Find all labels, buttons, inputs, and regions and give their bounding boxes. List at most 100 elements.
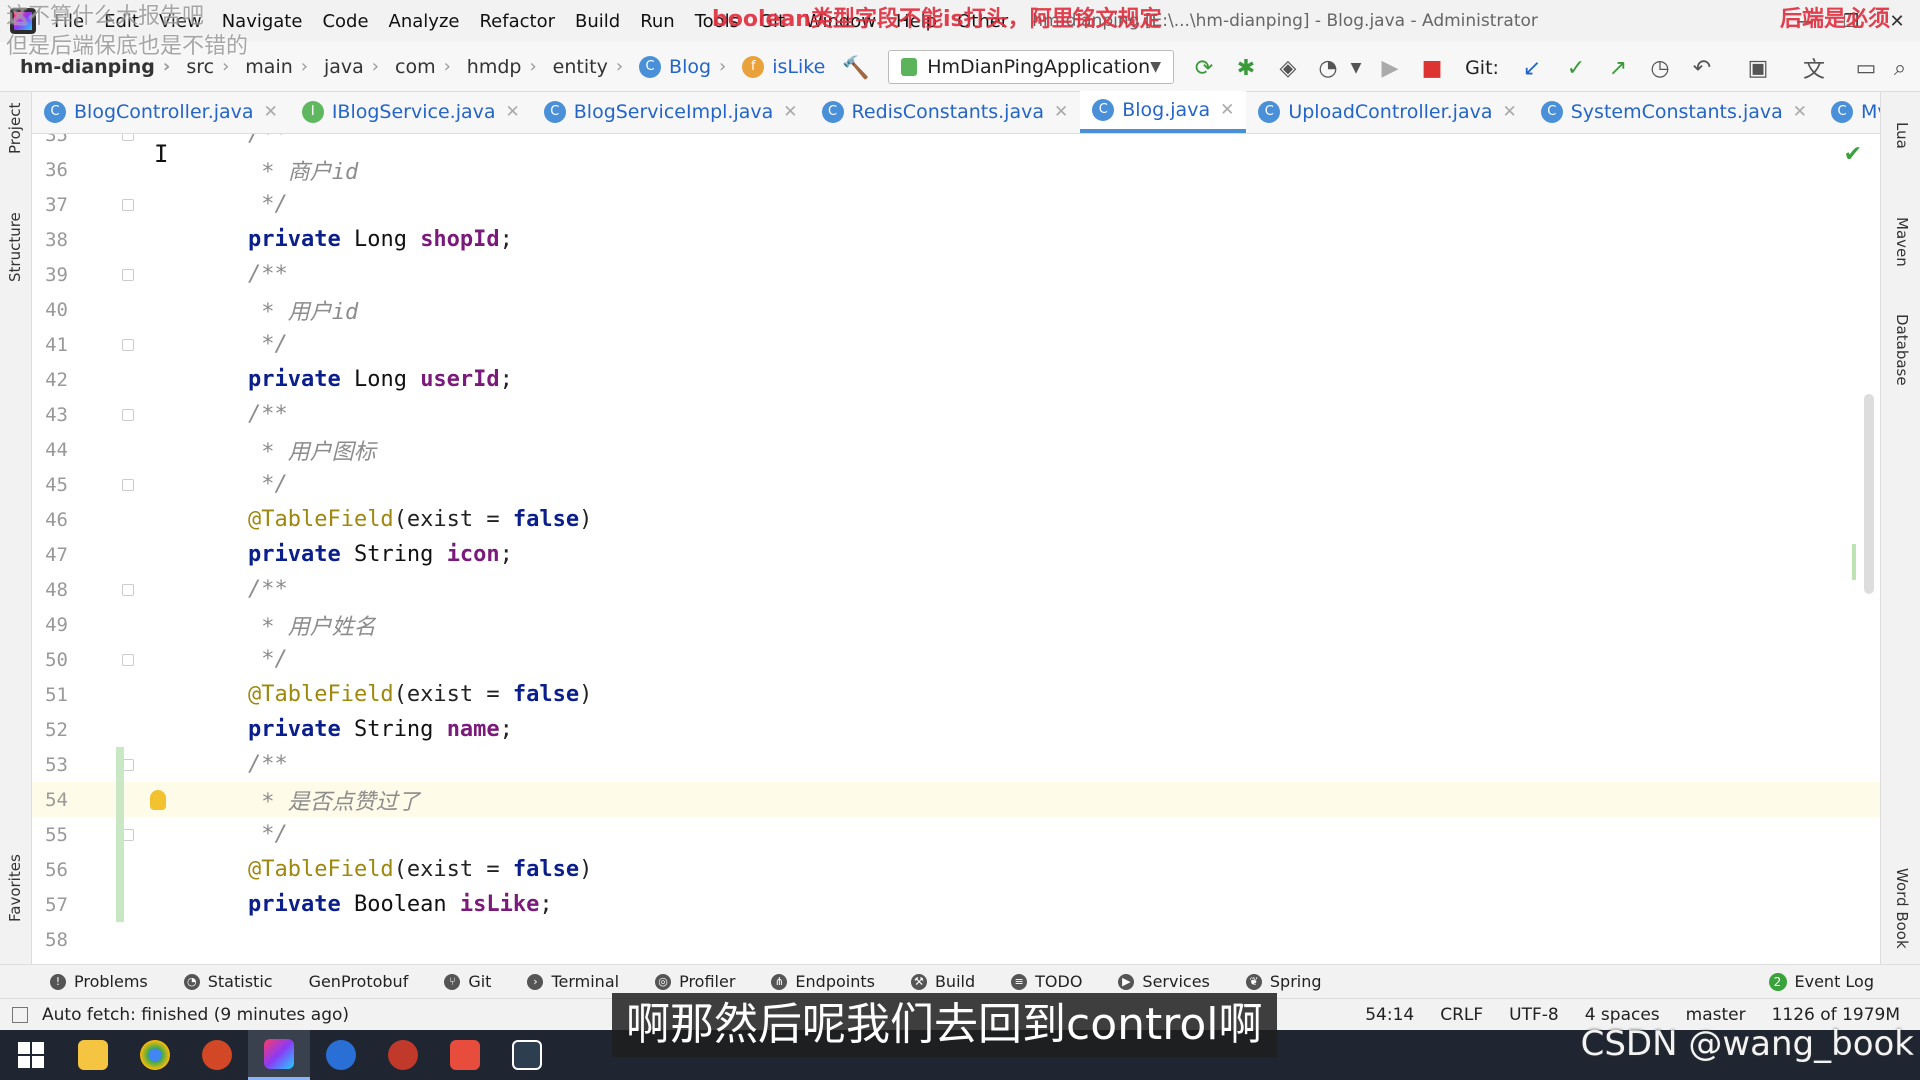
taskbar-app-8[interactable] xyxy=(496,1030,558,1080)
breadcrumb-field[interactable]: f isLike xyxy=(738,55,829,78)
code-line[interactable]: 38 private Long shopId; xyxy=(32,222,1880,257)
git-tool-button[interactable]: ⑂ Git xyxy=(444,972,491,991)
fold-marker-icon[interactable] xyxy=(122,198,134,211)
start-button[interactable] xyxy=(0,1030,62,1080)
spring-tool-button[interactable]: ❦ Spring xyxy=(1245,972,1322,991)
line-number[interactable]: 39 xyxy=(32,264,68,286)
translate-icon[interactable]: 文 xyxy=(1800,54,1828,83)
services-tool-button[interactable]: ▶ Services xyxy=(1118,972,1210,991)
status-message[interactable]: Auto fetch: finished (9 minutes ago) xyxy=(42,1005,349,1025)
line-number[interactable]: 58 xyxy=(32,929,68,951)
code-line[interactable]: 43 /** xyxy=(32,397,1880,432)
code-line[interactable]: 36 * 商户id xyxy=(32,152,1880,187)
tab-systemconstants[interactable]: C SystemConstants.java ✕ xyxy=(1529,91,1819,133)
word-book-tool-button[interactable]: Word Book xyxy=(1893,868,1911,949)
event-log-button[interactable]: 2 Event Log xyxy=(1768,972,1874,991)
menu-code[interactable]: Code xyxy=(312,11,378,32)
code-line[interactable]: 45 */ xyxy=(32,467,1880,502)
close-icon[interactable]: ✕ xyxy=(1054,102,1068,122)
menu-build[interactable]: Build xyxy=(565,11,630,32)
vcs-change-marker[interactable] xyxy=(116,747,124,782)
line-number[interactable]: 51 xyxy=(32,684,68,706)
breadcrumb-main[interactable]: main › xyxy=(241,56,320,78)
profile-dropdown-icon[interactable]: ▼ xyxy=(1342,54,1370,82)
search-icon[interactable]: ⌕ xyxy=(1886,54,1914,82)
tab-redisconstants[interactable]: C RedisConstants.java ✕ xyxy=(810,91,1081,133)
project-tool-button[interactable]: Project xyxy=(6,103,24,154)
taskbar-app-7[interactable] xyxy=(434,1030,496,1080)
inspection-ok-icon[interactable]: ✔ xyxy=(1844,142,1862,167)
project-structure-icon[interactable]: ▣ xyxy=(1744,54,1772,82)
breadcrumb-java[interactable]: java › xyxy=(320,56,391,78)
build-tool-button[interactable]: ⚒ Build xyxy=(910,972,975,991)
code-editor[interactable]: I 35 /** 36 * 商户id 37 */38 private Long sh… xyxy=(32,134,1880,964)
todo-tool-button[interactable]: ≡ TODO xyxy=(1011,972,1082,991)
fold-marker-icon[interactable] xyxy=(122,583,134,596)
code-line[interactable]: 46 @TableField(exist = false) xyxy=(32,502,1880,537)
line-number[interactable]: 53 xyxy=(32,754,68,776)
line-number[interactable]: 46 xyxy=(32,509,68,531)
genprotobuf-tool-button[interactable]: GenProtobuf xyxy=(309,972,409,991)
line-number[interactable]: 49 xyxy=(32,614,68,636)
fold-marker-icon[interactable] xyxy=(122,268,134,281)
tool-windows-toggle-icon[interactable] xyxy=(12,1006,28,1023)
git-push-icon[interactable]: ↗ xyxy=(1604,54,1632,82)
profile-icon[interactable]: ◔ xyxy=(1314,54,1342,82)
code-line[interactable]: 47 private String icon; xyxy=(32,537,1880,572)
line-number[interactable]: 48 xyxy=(32,579,68,601)
menu-analyze[interactable]: Analyze xyxy=(379,11,470,32)
tab-blogcontroller[interactable]: C BlogController.java ✕ xyxy=(32,91,290,133)
rollback-icon[interactable]: ↶ xyxy=(1688,54,1716,82)
close-icon[interactable]: ✕ xyxy=(506,102,520,122)
line-number[interactable]: 38 xyxy=(32,229,68,251)
database-tool-button[interactable]: Database xyxy=(1893,314,1911,386)
vcs-change-marker[interactable] xyxy=(116,782,124,817)
line-number[interactable]: 45 xyxy=(32,474,68,496)
breadcrumb-entity[interactable]: entity › xyxy=(549,56,635,78)
lightbulb-icon[interactable] xyxy=(150,789,166,810)
code-line[interactable]: 58 xyxy=(32,922,1880,957)
memory-indicator[interactable]: 1126 of 1979M xyxy=(1772,1005,1900,1025)
vcs-change-marker[interactable] xyxy=(116,852,124,887)
tab-uploadcontroller[interactable]: C UploadController.java ✕ xyxy=(1246,91,1528,133)
line-number[interactable]: 47 xyxy=(32,544,68,566)
run-configuration-select[interactable]: HmDianPingApplication ▼ xyxy=(888,50,1174,84)
coverage-icon[interactable]: ◈ xyxy=(1274,54,1302,82)
line-number[interactable]: 42 xyxy=(32,369,68,391)
line-number[interactable]: 55 xyxy=(32,824,68,846)
line-number[interactable]: 36 xyxy=(32,159,68,181)
tab-iblogservice[interactable]: I IBlogService.java ✕ xyxy=(290,91,532,133)
line-number[interactable]: 56 xyxy=(32,859,68,881)
endpoints-tool-button[interactable]: ⋔ Endpoints xyxy=(771,972,875,991)
line-number[interactable]: 40 xyxy=(32,299,68,321)
line-number[interactable]: 50 xyxy=(32,649,68,671)
change-marker[interactable] xyxy=(1852,544,1856,580)
line-number[interactable]: 54 xyxy=(32,789,68,811)
close-icon[interactable]: ✕ xyxy=(1793,102,1807,122)
file-encoding[interactable]: UTF-8 xyxy=(1509,1005,1559,1025)
code-line[interactable]: 48 /** xyxy=(32,572,1880,607)
fold-marker-icon[interactable] xyxy=(122,478,134,491)
statistic-tool-button[interactable]: ◔ Statistic xyxy=(183,972,273,991)
taskbar-redis[interactable] xyxy=(372,1030,434,1080)
code-line[interactable]: 54 * 是否点赞过了 xyxy=(32,782,1880,817)
code-line[interactable]: 53 /** xyxy=(32,747,1880,782)
code-line[interactable]: 39 /** xyxy=(32,257,1880,292)
line-number[interactable]: 52 xyxy=(32,719,68,741)
tab-blog-active[interactable]: C Blog.java ✕ xyxy=(1080,91,1247,133)
git-update-icon[interactable]: ↙ xyxy=(1518,54,1546,82)
code-line[interactable]: 50 */ xyxy=(32,642,1880,677)
git-commit-icon[interactable]: ✓ xyxy=(1562,54,1590,82)
code-line[interactable]: 57 private Boolean isLike; xyxy=(32,887,1880,922)
caret-position[interactable]: 54:14 xyxy=(1365,1005,1414,1025)
indent-setting[interactable]: 4 spaces xyxy=(1585,1005,1660,1025)
maven-tool-button[interactable]: Maven xyxy=(1893,217,1911,267)
close-icon[interactable]: ✕ xyxy=(264,102,278,122)
code-line[interactable]: 35 /** xyxy=(32,134,1880,152)
breadcrumb-hmdp[interactable]: hmdp › xyxy=(463,56,549,78)
code-line[interactable]: 42 private Long userId; xyxy=(32,362,1880,397)
fold-marker-icon[interactable] xyxy=(122,338,134,351)
code-line[interactable]: 56 @TableField(exist = false) xyxy=(32,852,1880,887)
layout-icon[interactable]: ▭ xyxy=(1852,54,1880,82)
line-number[interactable]: 57 xyxy=(32,894,68,916)
